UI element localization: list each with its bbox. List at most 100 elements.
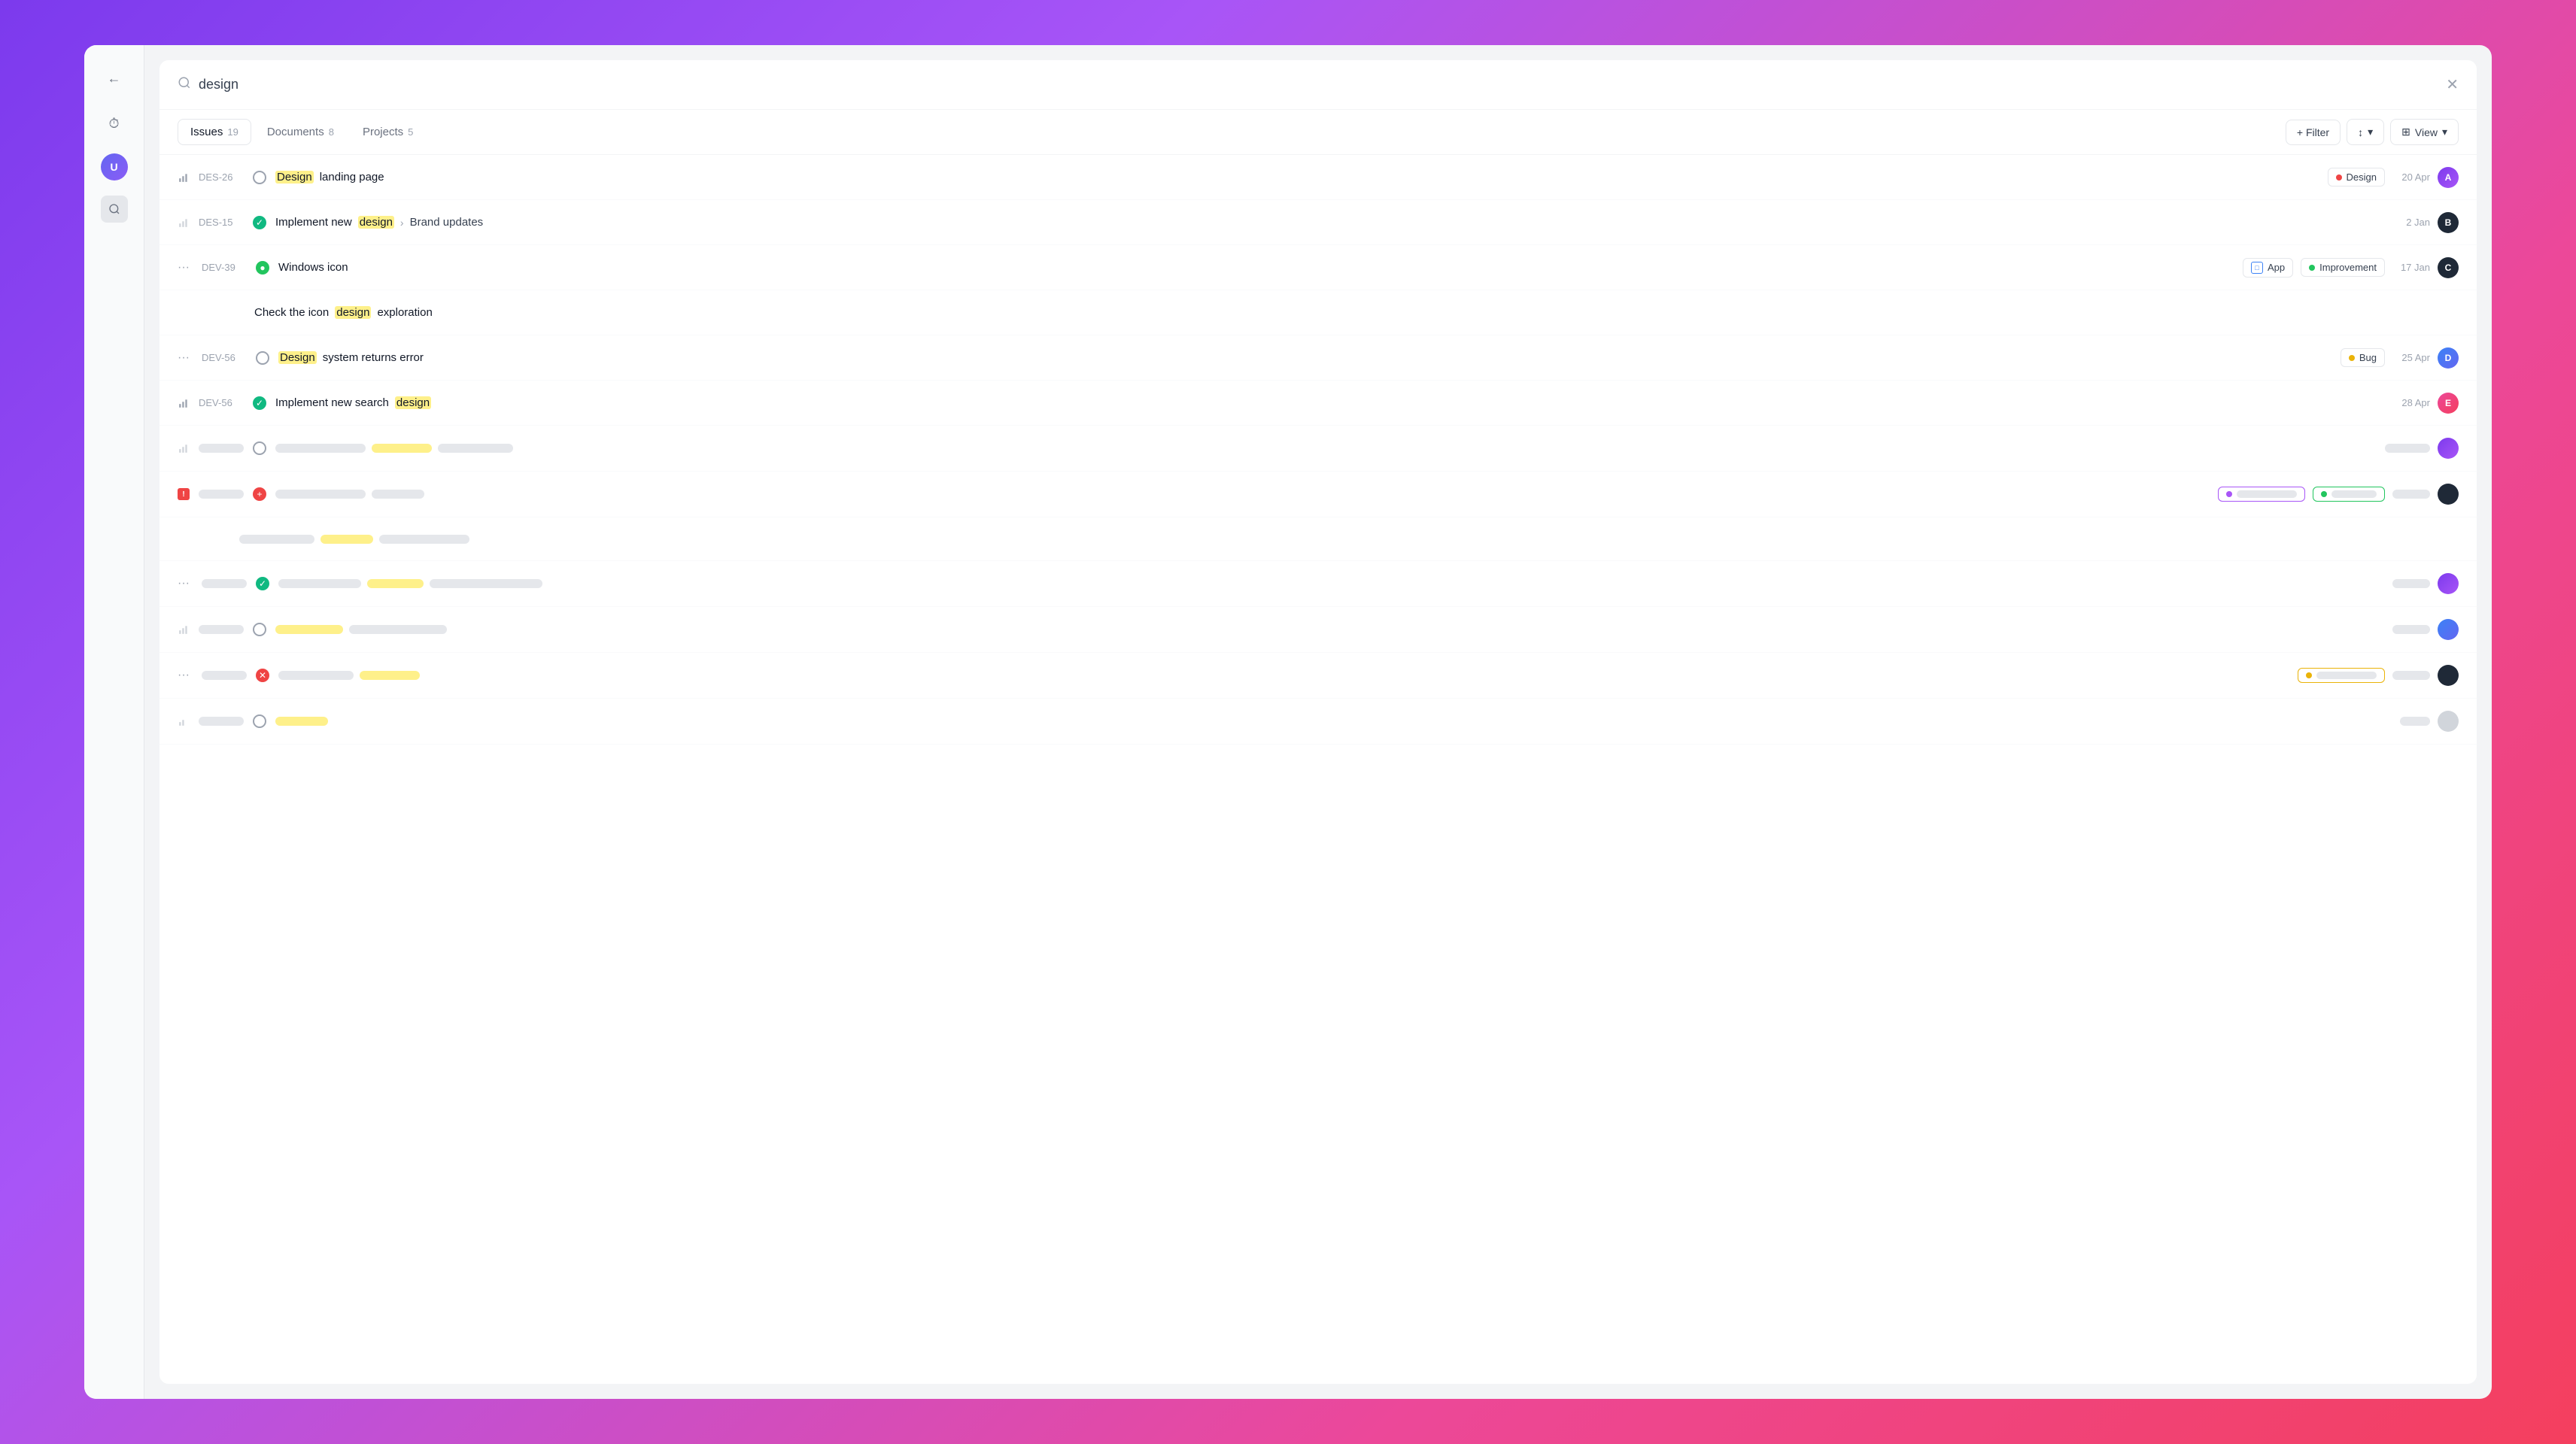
priority-urgent-icon: ! (178, 488, 190, 500)
skeleton-highlight (275, 625, 343, 634)
issue-title: Design landing page (275, 171, 2319, 184)
skeleton-sub-row (159, 517, 2477, 561)
status-badge: ● (256, 261, 269, 275)
breadcrumb-child: Brand updates (410, 216, 484, 229)
tab-documents-count: 8 (329, 126, 334, 138)
issue-meta: 2 Jan B (2392, 212, 2459, 233)
issue-id: DES-26 (199, 171, 244, 183)
back-icon[interactable]: ← (99, 63, 129, 93)
skeleton-id (202, 579, 247, 588)
table-row[interactable]: DES-26 Design landing page Design 20 Apr… (159, 155, 2477, 200)
issue-date: 2 Jan (2392, 217, 2430, 228)
label-text: Bug (2359, 352, 2377, 363)
skeleton-text2 (438, 444, 513, 453)
avatar (2438, 665, 2459, 686)
skeleton-text (278, 671, 354, 680)
issue-label (2218, 487, 2305, 502)
history-icon[interactable]: ⏱ (99, 108, 129, 138)
issue-label[interactable]: Bug (2341, 348, 2385, 367)
issue-date: 17 Jan (2392, 262, 2430, 273)
issue-label (2313, 487, 2385, 502)
filter-label: + Filter (2297, 126, 2329, 138)
search-sidebar-icon[interactable] (101, 196, 128, 223)
filter-button[interactable]: + Filter (2286, 120, 2341, 145)
issue-meta (2218, 484, 2459, 505)
table-row[interactable]: Check the icon design exploration (159, 290, 2477, 335)
tab-issues-label: Issues (190, 126, 223, 138)
label-dot (2336, 174, 2342, 180)
highlight: design (358, 216, 394, 229)
status-badge (253, 441, 266, 455)
skeleton-highlight (360, 671, 420, 680)
avatar: E (2438, 393, 2459, 414)
issue-title: Implement new search design (275, 396, 2383, 409)
status-badge: ✕ (256, 669, 269, 682)
more-dots-icon: ··· (178, 669, 193, 682)
app-label[interactable]: □ App (2243, 258, 2293, 278)
skeleton-date (2392, 579, 2430, 588)
table-row[interactable]: ··· DEV-39 ● Windows icon □ App Improvem… (159, 245, 2477, 290)
avatar (2438, 438, 2459, 459)
skeleton-date (2385, 444, 2430, 453)
avatar: A (2438, 167, 2459, 188)
issue-title-text: landing page (320, 171, 384, 184)
issue-title-prefix: Implement new (275, 216, 352, 229)
avatar (2438, 619, 2459, 640)
tab-projects[interactable]: Projects 5 (350, 119, 426, 145)
avatar (2438, 573, 2459, 594)
avatar[interactable]: U (101, 153, 128, 180)
view-icon: ⊞ (2401, 126, 2410, 138)
priority-icon (178, 716, 190, 727)
avatar: D (2438, 347, 2459, 369)
search-input[interactable] (199, 77, 2438, 93)
table-row[interactable]: DES-15 ✓ Implement new design › Brand up… (159, 200, 2477, 245)
issue-label[interactable]: Improvement (2301, 258, 2385, 277)
more-dots-icon: ··· (178, 577, 193, 590)
label-dot (2309, 265, 2315, 271)
table-row[interactable]: DEV-56 ✓ Implement new search design 28 … (159, 381, 2477, 426)
status-badge (253, 171, 266, 184)
skeleton-highlight (372, 444, 432, 453)
tab-actions: + Filter ↕ ▾ ⊞ View ▾ (2286, 119, 2459, 145)
highlight: design (335, 306, 371, 319)
status-badge: ✓ (253, 396, 266, 410)
issue-label[interactable]: Design (2328, 168, 2385, 187)
tab-issues[interactable]: Issues 19 (178, 119, 251, 145)
more-dots-icon[interactable]: ··· (178, 261, 193, 275)
tab-documents[interactable]: Documents 8 (254, 119, 347, 145)
skeleton-text (278, 579, 361, 588)
sub-issue-suffix: exploration (377, 306, 432, 319)
skeleton-highlight (367, 579, 424, 588)
priority-icon (178, 172, 190, 183)
highlight: design (395, 396, 431, 409)
sort-button[interactable]: ↕ ▾ (2347, 119, 2384, 145)
view-button[interactable]: ⊞ View ▾ (2390, 119, 2459, 145)
view-label: View (2415, 126, 2438, 138)
label-text: Improvement (2319, 262, 2377, 273)
skeleton-highlight (275, 717, 328, 726)
breadcrumb-sep: › (400, 217, 404, 229)
avatar: B (2438, 212, 2459, 233)
status-badge (256, 351, 269, 365)
tab-projects-count: 5 (408, 126, 413, 138)
priority-icon (178, 217, 190, 228)
label-dot (2226, 491, 2232, 497)
issue-title: Check the icon design exploration (254, 306, 2459, 319)
issue-title-prefix: Implement new search (275, 396, 389, 409)
issues-list: DES-26 Design landing page Design 20 Apr… (159, 155, 2477, 1384)
skeleton-row (159, 426, 2477, 472)
skeleton-row (159, 607, 2477, 653)
table-row[interactable]: ··· DEV-56 Design system returns error B… (159, 335, 2477, 381)
skeleton-row: ! + (159, 472, 2477, 517)
search-bar: ✕ (159, 60, 2477, 110)
skeleton-id (199, 625, 244, 634)
more-dots-icon[interactable]: ··· (178, 351, 193, 365)
issue-meta (2392, 573, 2459, 594)
search-icon (178, 76, 191, 93)
label-dot (2349, 355, 2355, 361)
issue-id: DES-15 (199, 217, 244, 228)
close-icon[interactable]: ✕ (2446, 75, 2459, 94)
skeleton-label2 (2331, 490, 2377, 498)
label-text: Design (2347, 171, 2377, 183)
skeleton-id (199, 444, 244, 453)
